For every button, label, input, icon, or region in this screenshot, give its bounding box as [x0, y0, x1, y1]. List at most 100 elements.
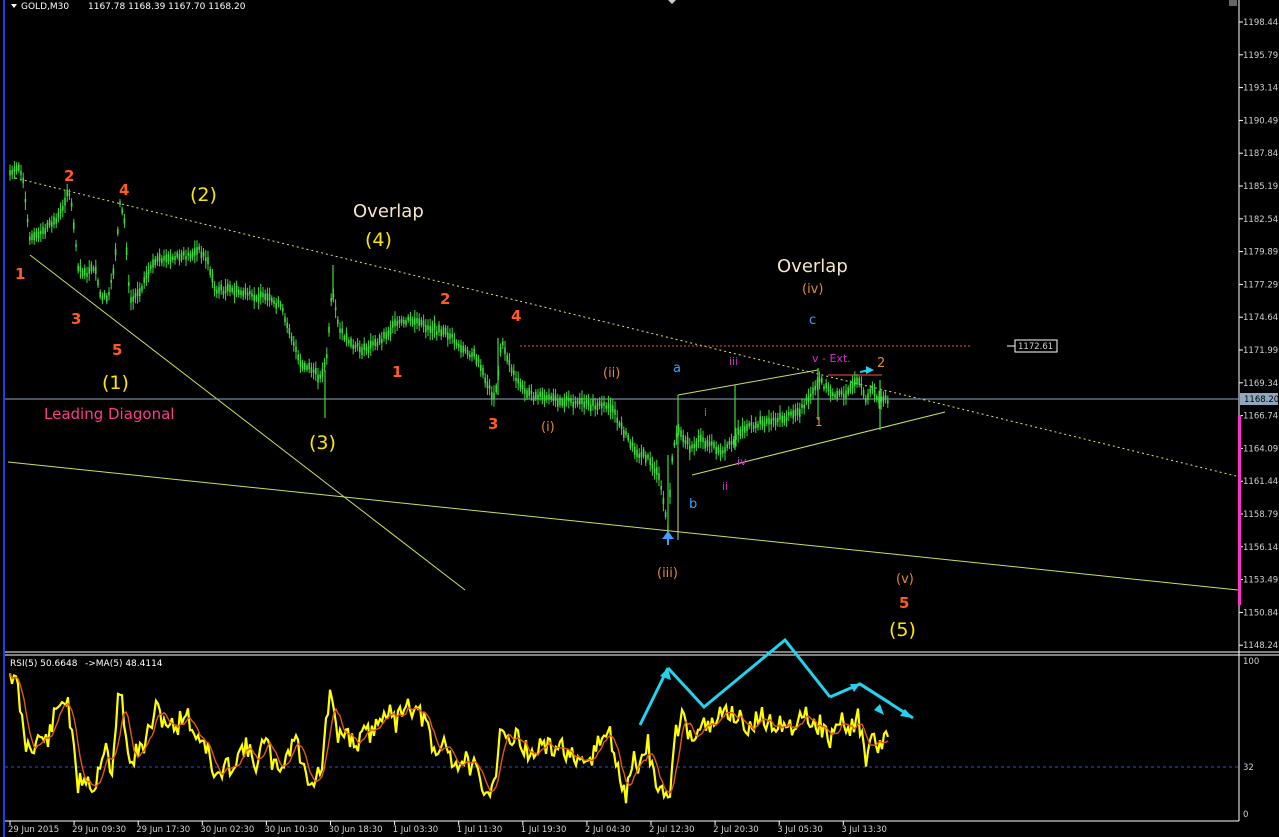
- candle-body: [737, 427, 739, 435]
- candle-body: [561, 399, 563, 406]
- candle-body: [348, 340, 350, 344]
- candle-body: [330, 298, 332, 302]
- candle-body: [570, 398, 572, 403]
- candle-body: [299, 359, 302, 367]
- candle-body: [499, 347, 502, 353]
- candle-body: [675, 433, 678, 438]
- candle-body: [44, 228, 46, 235]
- candle-body: [73, 222, 75, 230]
- wave-r4: 4: [119, 181, 129, 199]
- candle-body: [546, 395, 548, 400]
- candle-body: [213, 286, 216, 292]
- candle-body: [35, 231, 38, 238]
- candle-body: [491, 392, 493, 400]
- candle-body: [669, 489, 671, 498]
- candle-body: [882, 395, 885, 403]
- candle-body: [290, 336, 293, 342]
- time-tick-label: 1 Jul 11:30: [457, 825, 503, 835]
- candle-body: [444, 327, 447, 335]
- candle-body: [356, 343, 359, 347]
- candle-body: [856, 377, 858, 385]
- candle-body: [394, 319, 396, 327]
- price-tick-label: 1148.24: [1243, 641, 1278, 651]
- time-tick-label: 30 Jun 10:30: [264, 825, 318, 835]
- candle-body: [647, 454, 649, 459]
- time-tick-label: 1 Jul 19:30: [521, 825, 567, 835]
- candle-body: [715, 446, 717, 454]
- candle-body: [295, 346, 297, 352]
- wave-o-i: (i): [541, 420, 555, 435]
- wave-1-major: (1): [102, 372, 129, 394]
- candle-body: [649, 458, 651, 466]
- candle-body: [141, 285, 143, 291]
- candle-body: [112, 268, 115, 276]
- candle-body: [240, 290, 242, 296]
- candle-body: [9, 170, 11, 176]
- candle-body: [829, 390, 832, 397]
- candle-body: [433, 323, 436, 330]
- candle-body: [244, 288, 247, 295]
- rsi-label: RSI(5) 50.6648: [10, 659, 78, 669]
- time-tick-label: 30 Jun 02:30: [200, 825, 254, 835]
- candle-body: [563, 399, 566, 407]
- candle-body: [812, 387, 814, 395]
- candle-body: [449, 333, 451, 339]
- candle-body: [86, 272, 88, 277]
- wave-r1: 1: [15, 265, 25, 283]
- candle-body: [284, 316, 286, 322]
- candle-body: [653, 468, 656, 473]
- candle-body: [750, 422, 753, 426]
- candle-body: [854, 378, 856, 387]
- candle-body: [110, 279, 112, 283]
- time-tick-label: 3 Jul 13:30: [841, 825, 887, 835]
- candle-body: [770, 418, 772, 425]
- candle-body: [84, 268, 86, 276]
- time-tick-label: 2 Jul 04:30: [585, 825, 631, 835]
- candle-body: [46, 222, 49, 230]
- candle-body: [411, 318, 414, 325]
- candle-body: [293, 341, 295, 347]
- candle-body: [242, 290, 244, 297]
- candle-body: [216, 290, 218, 294]
- candle-body: [306, 365, 308, 370]
- candle-body: [416, 317, 418, 324]
- candle-body: [447, 332, 449, 340]
- candle-body: [517, 378, 519, 384]
- candle-body: [843, 393, 845, 398]
- candle-body: [794, 409, 797, 417]
- candle-body: [458, 343, 460, 348]
- candle-body: [484, 377, 486, 384]
- candle-body: [326, 354, 328, 359]
- candle-body: [772, 417, 775, 421]
- candle-body: [26, 218, 29, 223]
- candle-body: [304, 363, 306, 370]
- candle-body: [205, 257, 207, 262]
- candle-body: [323, 362, 326, 368]
- candle-body: [211, 274, 214, 283]
- candle-body: [585, 400, 588, 404]
- candle-body: [196, 247, 198, 255]
- candle-body: [374, 339, 376, 346]
- candle-body: [673, 442, 676, 446]
- candle-body: [752, 425, 755, 429]
- candle-body: [231, 287, 233, 292]
- candle-body: [579, 397, 581, 405]
- candle-body: [372, 341, 374, 346]
- candle-body: [519, 382, 522, 389]
- candle-body: [636, 449, 638, 458]
- candle-body: [345, 333, 348, 341]
- candle-body: [414, 317, 416, 325]
- candle-body: [165, 254, 167, 263]
- candle-body: [658, 473, 660, 480]
- time-tick-label: 2 Jul 20:30: [713, 825, 759, 835]
- left-border: [3, 0, 5, 837]
- candle-body: [860, 383, 863, 388]
- candle-body: [746, 424, 748, 432]
- candle-body: [209, 269, 211, 275]
- candle-body: [590, 404, 592, 412]
- chart-window[interactable]: GOLD,M30 1167.78 1168.39 1167.70 1168.20…: [0, 0, 1279, 837]
- candle-body: [260, 291, 262, 298]
- candle-body: [154, 258, 156, 266]
- wave-s-ii: ii: [722, 480, 728, 493]
- wave-m3: 3: [488, 415, 498, 433]
